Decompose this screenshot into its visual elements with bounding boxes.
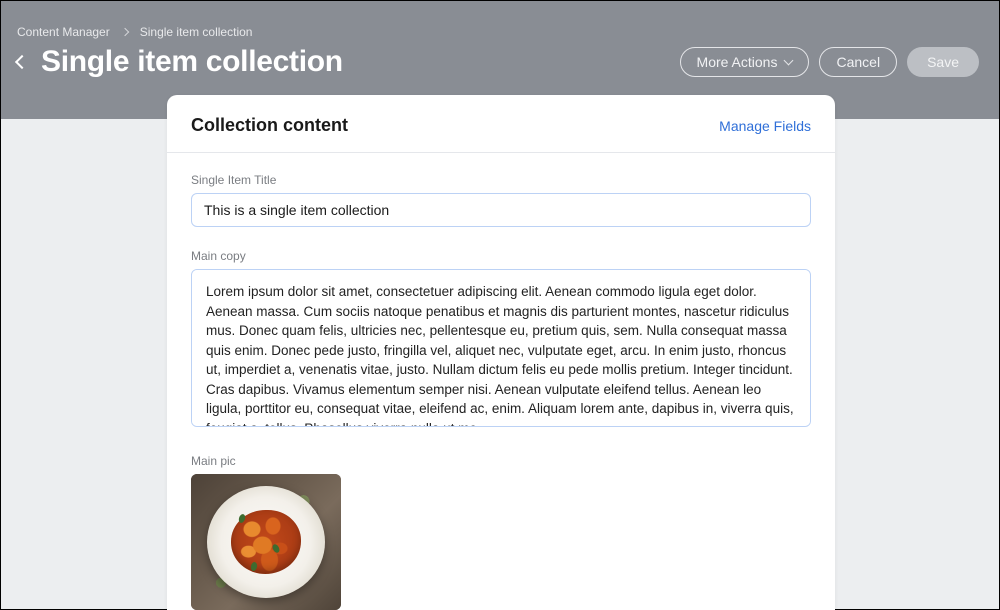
title-input[interactable] <box>191 193 811 227</box>
cancel-button[interactable]: Cancel <box>819 47 897 77</box>
back-icon[interactable] <box>15 55 29 69</box>
main-copy-textarea[interactable] <box>191 269 811 427</box>
page-title: Single item collection <box>41 45 343 79</box>
breadcrumb-root[interactable]: Content Manager <box>17 25 110 39</box>
breadcrumb-current: Single item collection <box>140 25 253 39</box>
manage-fields-link[interactable]: Manage Fields <box>719 118 811 134</box>
card-heading: Collection content <box>191 115 348 136</box>
main-pic-thumbnail[interactable] <box>191 474 341 610</box>
more-actions-label: More Actions <box>697 54 778 70</box>
breadcrumb: Content Manager Single item collection <box>17 25 983 39</box>
chevron-down-icon <box>784 56 794 66</box>
more-actions-button[interactable]: More Actions <box>680 47 810 77</box>
main-pic-label: Main pic <box>191 454 811 468</box>
main-copy-label: Main copy <box>191 249 811 263</box>
content-card: Collection content Manage Fields Single … <box>167 95 835 610</box>
chevron-right-icon <box>120 28 128 36</box>
title-field-label: Single Item Title <box>191 173 811 187</box>
save-button: Save <box>907 47 979 77</box>
